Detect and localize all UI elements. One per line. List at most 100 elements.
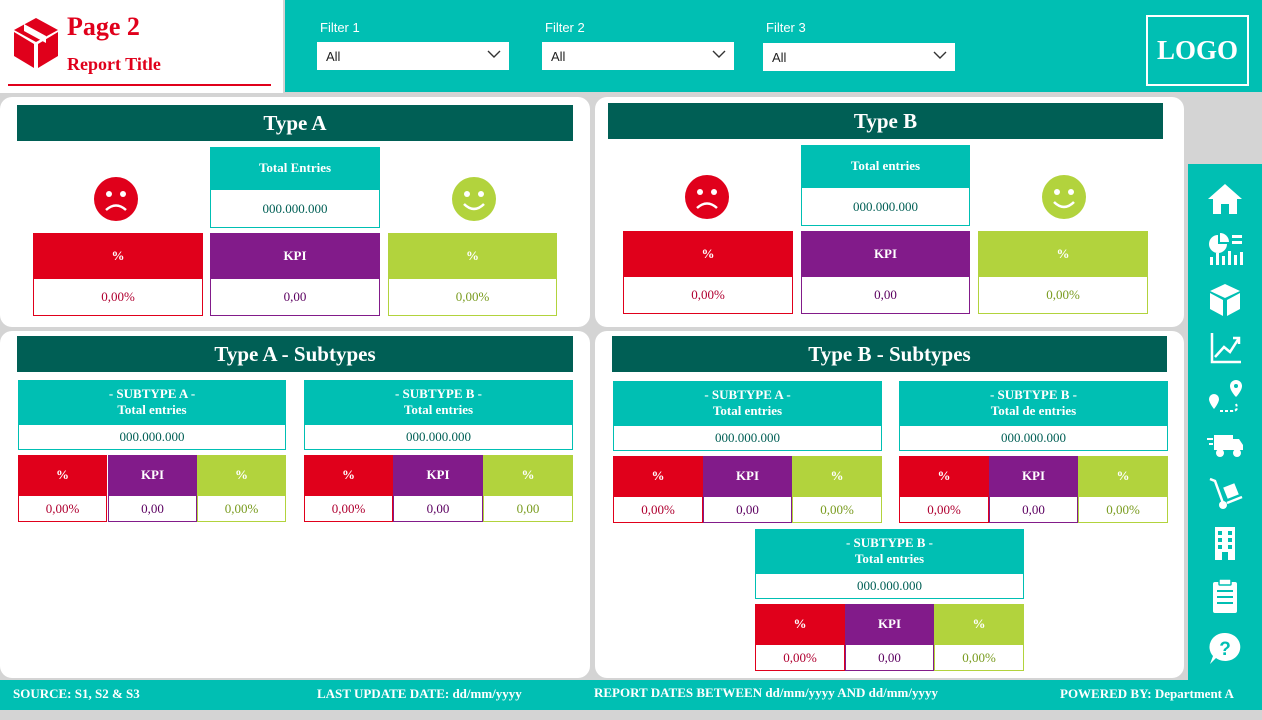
package-logo-icon [14,18,58,68]
type-a-subtypes-panel: Type A - Subtypes - SUBTYPE A - Total en… [0,331,590,678]
route-icon[interactable] [1206,378,1244,414]
positive-pct-value: 0,00 [483,495,573,522]
subtype-total-label: Total entries [403,402,474,417]
footer-report-dates: REPORT DATES BETWEEN dd/mm/yyyy AND dd/m… [594,685,938,700]
positive-pct-value: 0,00% [792,496,882,523]
subtype-card: - SUBTYPE B - Total entries 000.000.000 … [304,380,573,522]
subtype-total-label: Total de entries [990,403,1077,418]
positive-pct-header: % [1078,456,1168,496]
filter-2-select[interactable]: All [542,42,734,70]
total-entries-value: 000.000.000 [210,189,380,228]
type-a-panel: Type A Total Entries 000.000.000 % 0,00%… [0,97,590,327]
panel-title: Type B [608,103,1163,139]
panel-title: Type A [17,105,573,141]
happy-face-icon [1042,175,1086,219]
happy-face-icon [452,177,496,221]
kpi-header: KPI [210,233,380,278]
subtype-total-value: 000.000.000 [613,425,882,451]
trend-chart-icon[interactable] [1206,330,1244,366]
chevron-down-icon [933,51,947,59]
negative-pct-header: % [33,233,203,278]
kpi-header: KPI [703,456,792,496]
subtype-total-value: 000.000.000 [755,573,1024,599]
kpi-value: 0,00 [989,496,1078,523]
subtype-name: - SUBTYPE B - [989,387,1078,402]
clipboard-icon[interactable] [1206,578,1244,614]
subtype-total-value: 000.000.000 [18,424,286,450]
footer: SOURCE: S1, S2 & S3 LAST UPDATE DATE: dd… [0,680,1262,710]
footer-powered-by: POWERED BY: Department A [1060,686,1234,701]
kpi-header: KPI [108,455,197,495]
subtype-header: - SUBTYPE B - Total de entries [899,381,1168,425]
positive-pct-header: % [934,604,1024,644]
kpi-header: KPI [393,455,483,495]
filter-2-value: All [551,49,566,64]
kpi-header: KPI [989,456,1078,496]
kpi-header: KPI [845,604,934,644]
subtype-total-label: Total entries [712,403,783,418]
building-icon[interactable] [1206,525,1244,561]
subtype-card: - SUBTYPE A - Total entries 000.000.000 … [613,381,882,523]
filter-2-label: Filter 2 [545,20,585,35]
positive-pct-header: % [197,455,286,495]
positive-pct-value: 0,00% [934,644,1024,671]
total-entries-header: Total entries [801,145,970,187]
subtype-card: - SUBTYPE B - Total de entries 000.000.0… [899,381,1168,523]
logo: LOGO [1146,15,1249,86]
subtype-header: - SUBTYPE B - Total entries [755,529,1024,573]
footer-source: SOURCE: S1, S2 & S3 [13,686,140,701]
panel-title: Type A - Subtypes [17,336,573,372]
subtype-name: - SUBTYPE A - [108,386,196,401]
subtype-name: - SUBTYPE B - [845,535,934,550]
negative-pct-value: 0,00% [613,496,703,523]
kpi-value: 0,00 [801,276,970,314]
filter-3-label: Filter 3 [766,20,806,35]
type-b-subtypes-panel: Type B - Subtypes - SUBTYPE A - Total en… [595,331,1184,678]
hand-truck-icon[interactable] [1206,475,1244,511]
subtype-card: - SUBTYPE B - Total entries 000.000.000 … [755,529,1024,671]
total-entries-header: Total Entries [210,147,380,189]
positive-pct-header: % [792,456,882,496]
home-icon[interactable] [1206,181,1244,217]
negative-pct-value: 0,00% [33,278,203,316]
positive-pct-value: 0,00% [978,276,1148,314]
negative-pct-value: 0,00% [623,276,793,314]
subtype-name: - SUBTYPE A - [704,387,791,402]
positive-pct-header: % [483,455,573,495]
chevron-down-icon [487,50,501,58]
type-b-panel: Type B Total entries 000.000.000 % 0,00%… [595,97,1184,327]
delivery-truck-icon[interactable] [1206,426,1244,462]
analytics-icon[interactable] [1206,231,1244,267]
chevron-down-icon [712,50,726,58]
subtype-card: - SUBTYPE A - Total entries 000.000.000 … [18,380,286,522]
negative-pct-header: % [755,604,845,644]
title-underline [8,84,271,86]
kpi-value: 0,00 [393,495,483,522]
footer-last-update: LAST UPDATE DATE: dd/mm/yyyy [317,686,522,701]
filter-3-value: All [772,50,787,65]
negative-pct-value: 0,00% [899,496,989,523]
negative-pct-header: % [623,231,793,276]
filter-3-select[interactable]: All [763,43,955,71]
help-icon[interactable]: ? [1206,631,1244,667]
negative-pct-value: 0,00% [755,644,845,671]
kpi-value: 0,00 [845,644,934,671]
subtype-header: - SUBTYPE A - Total entries [18,380,286,424]
sad-face-icon [685,175,729,219]
subtype-total-label: Total entries [117,402,187,417]
filter-1-select[interactable]: All [317,42,509,70]
negative-pct-header: % [304,455,393,495]
subtype-total-value: 000.000.000 [304,424,573,450]
negative-pct-value: 0,00% [304,495,393,522]
filter-bar: Filter 1 All Filter 2 All Filter 3 All [285,0,1262,92]
subtype-header: - SUBTYPE A - Total entries [613,381,882,425]
negative-pct-header: % [899,456,989,496]
sad-face-icon [94,177,138,221]
package-icon[interactable] [1206,282,1244,318]
positive-pct-value: 0,00% [388,278,557,316]
positive-pct-value: 0,00% [197,495,286,522]
kpi-value: 0,00 [703,496,792,523]
subtype-total-value: 000.000.000 [899,425,1168,451]
filter-1-label: Filter 1 [320,20,360,35]
positive-pct-header: % [978,231,1148,276]
